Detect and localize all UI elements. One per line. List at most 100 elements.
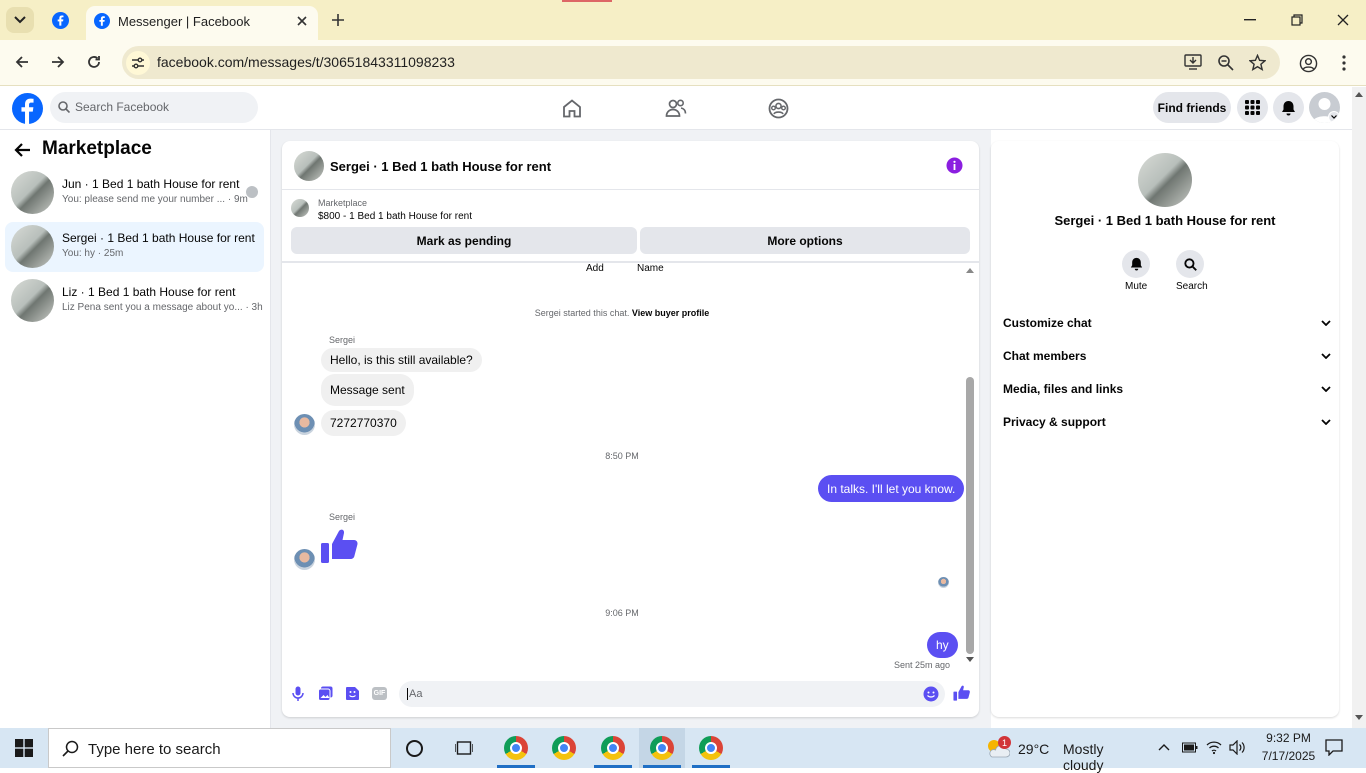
conversation-item-active[interactable]: Sergei · 1 Bed 1 bath House for rent You… xyxy=(5,222,264,272)
task-view-icon[interactable] xyxy=(455,739,473,757)
incoming-message[interactable]: 7272770370 xyxy=(321,410,406,436)
chrome-taskbar-app[interactable] xyxy=(688,728,734,768)
marketplace-title: Marketplace xyxy=(42,138,152,159)
listing-avatar xyxy=(11,171,54,214)
chat-title[interactable]: Sergei · 1 Bed 1 bath House for rent xyxy=(330,159,551,174)
mark-as-pending-button[interactable]: Mark as pending xyxy=(291,227,637,254)
scroll-down-arrow[interactable] xyxy=(966,657,974,662)
listing-price-title[interactable]: $800 - 1 Bed 1 bath House for rent xyxy=(318,211,472,222)
facebook-pinned-tab-icon[interactable] xyxy=(48,8,72,32)
friends-icon[interactable] xyxy=(665,99,687,117)
battery-icon[interactable] xyxy=(1182,742,1198,753)
chat-scrollbar[interactable] xyxy=(965,265,975,665)
active-tab[interactable]: Messenger | Facebook xyxy=(86,6,318,40)
scroll-up-arrow[interactable] xyxy=(1355,92,1363,97)
restore-icon[interactable] xyxy=(1283,8,1311,32)
incoming-message[interactable]: Message sent xyxy=(321,374,414,406)
notifications-icon[interactable] xyxy=(1325,739,1343,756)
cortana-icon[interactable] xyxy=(406,740,423,757)
thumbs-up-sticker-icon[interactable] xyxy=(320,526,360,566)
windows-taskbar: Type here to search 1 29°C Mostly cloudy… xyxy=(0,728,1366,773)
sender-avatar[interactable] xyxy=(294,549,315,570)
mute-button[interactable] xyxy=(1122,250,1150,278)
sticker-icon[interactable] xyxy=(345,686,360,701)
incoming-message[interactable]: Hello, is this still available? xyxy=(321,348,482,372)
search-chat-button[interactable] xyxy=(1176,250,1204,278)
close-window-icon[interactable] xyxy=(1329,8,1357,32)
search-icon xyxy=(58,101,70,113)
chrome-taskbar-app[interactable] xyxy=(541,728,587,768)
emoji-icon[interactable] xyxy=(923,686,939,702)
chrome-taskbar-app[interactable] xyxy=(590,728,636,768)
reload-icon[interactable] xyxy=(82,50,106,74)
home-icon[interactable] xyxy=(562,99,582,118)
chevron-down-icon xyxy=(1321,353,1331,359)
view-buyer-profile-link[interactable]: View buyer profile xyxy=(632,308,709,318)
chrome-taskbar-app[interactable] xyxy=(639,728,685,768)
chat-members-row[interactable]: Chat members xyxy=(1003,346,1331,366)
search-label: Search xyxy=(1176,281,1208,292)
menu-icon[interactable] xyxy=(1332,51,1356,75)
tab-indicator xyxy=(562,0,612,2)
chat-panel: Sergei · 1 Bed 1 bath House for rent Mar… xyxy=(282,141,979,717)
conversation-item[interactable]: Jun · 1 Bed 1 bath House for rent You: p… xyxy=(5,168,264,218)
gif-icon[interactable]: GIF xyxy=(372,687,387,700)
tab-search-icon[interactable] xyxy=(6,7,34,33)
outgoing-message[interactable]: In talks. I'll let you know. xyxy=(818,475,965,502)
tab-title: Messenger | Facebook xyxy=(118,14,250,29)
back-icon[interactable] xyxy=(10,50,34,74)
outgoing-message[interactable]: hy xyxy=(927,632,958,658)
minimize-icon[interactable] xyxy=(1236,8,1264,32)
clock-time[interactable]: 9:32 PM xyxy=(1260,731,1317,745)
close-tab-icon[interactable] xyxy=(294,13,310,29)
timestamp: 8:50 PM xyxy=(605,451,639,461)
photo-icon[interactable] xyxy=(318,686,333,701)
groups-icon[interactable] xyxy=(768,98,789,119)
site-info-icon[interactable] xyxy=(126,51,150,75)
microphone-icon[interactable] xyxy=(292,686,304,701)
page-scrollbar[interactable] xyxy=(1352,87,1366,728)
scroll-thumb[interactable] xyxy=(966,377,974,654)
wifi-icon[interactable] xyxy=(1206,740,1222,755)
zoom-icon[interactable] xyxy=(1217,54,1234,71)
account-avatar[interactable] xyxy=(1309,92,1340,123)
sender-avatar[interactable] xyxy=(294,414,315,435)
more-options-button[interactable]: More options xyxy=(640,227,970,254)
url-text[interactable]: facebook.com/messages/t/3065184331109823… xyxy=(157,54,455,70)
volume-icon[interactable] xyxy=(1229,740,1246,755)
chrome-icon xyxy=(504,736,528,760)
privacy-support-row[interactable]: Privacy & support xyxy=(1003,412,1331,432)
weather-widget[interactable]: 1 29°C Mostly cloudy xyxy=(984,728,1146,773)
star-icon[interactable] xyxy=(1249,54,1266,71)
conversation-preview: You: please send me your number ... · 9m xyxy=(62,194,248,205)
install-icon[interactable] xyxy=(1184,54,1202,71)
find-friends-button[interactable]: Find friends xyxy=(1153,92,1231,123)
search-facebook-input[interactable]: Search Facebook xyxy=(50,92,258,123)
chrome-taskbar-app[interactable] xyxy=(493,728,539,768)
back-arrow-icon[interactable] xyxy=(14,142,32,158)
windows-start-icon[interactable] xyxy=(15,739,33,757)
details-avatar[interactable] xyxy=(1138,153,1192,207)
chevron-up-icon[interactable] xyxy=(1158,743,1170,751)
info-icon[interactable] xyxy=(946,157,963,174)
listing-thumbnail[interactable] xyxy=(291,199,309,217)
taskbar-search-box[interactable]: Type here to search xyxy=(48,728,391,768)
forward-icon[interactable] xyxy=(46,50,70,74)
conversation-item[interactable]: Liz · 1 Bed 1 bath House for rent Liz Pe… xyxy=(5,276,264,326)
message-input[interactable]: Aa xyxy=(399,681,945,707)
new-tab-icon[interactable] xyxy=(326,8,350,32)
media-files-links-row[interactable]: Media, files and links xyxy=(1003,379,1331,399)
menu-grid-icon[interactable] xyxy=(1237,92,1268,123)
customize-chat-row[interactable]: Customize chat xyxy=(1003,313,1331,333)
notifications-bell-icon[interactable] xyxy=(1273,92,1304,123)
chat-avatar[interactable] xyxy=(294,151,324,181)
address-bar[interactable]: facebook.com/messages/t/3065184331109823… xyxy=(122,46,1280,79)
scroll-down-arrow[interactable] xyxy=(1355,715,1363,720)
section-label: Chat members xyxy=(1003,349,1087,363)
profile-icon[interactable] xyxy=(1296,51,1320,75)
facebook-logo-icon[interactable] xyxy=(12,93,43,124)
section-label: Privacy & support xyxy=(1003,415,1106,429)
scroll-up-arrow[interactable] xyxy=(966,268,974,273)
like-thumbs-up-icon[interactable] xyxy=(953,684,971,702)
clock-date[interactable]: 7/17/2025 xyxy=(1255,749,1322,763)
